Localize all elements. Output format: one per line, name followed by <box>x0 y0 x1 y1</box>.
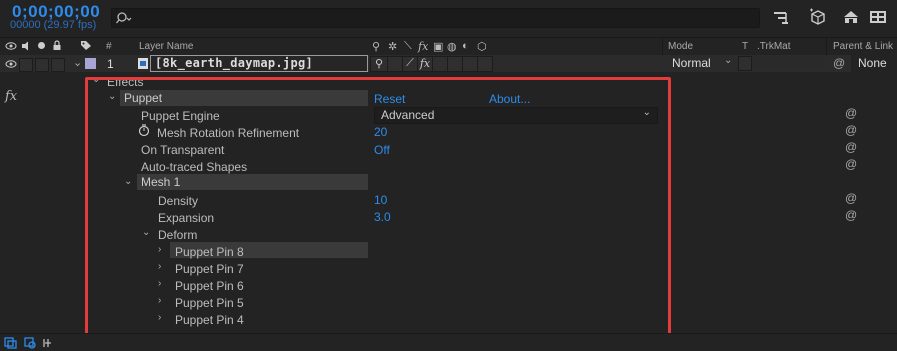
mode-chevron-icon: ⌄ <box>724 55 733 66</box>
expression-pickwhip-icon[interactable]: @ <box>845 191 857 205</box>
mode-value: Normal <box>672 56 711 70</box>
layer-switches-toggle-icon[interactable] <box>4 337 17 349</box>
parent-dropdown[interactable]: None <box>851 55 897 72</box>
solo-switch[interactable] <box>35 58 49 72</box>
column-t: T <box>742 41 749 52</box>
frame-blend-switch-box[interactable] <box>432 56 448 72</box>
audio-switch[interactable] <box>19 58 33 72</box>
expression-pickwhip-icon[interactable]: @ <box>845 208 857 222</box>
label-tag-icon[interactable] <box>80 40 92 51</box>
collapse-switch-icon: ✲ <box>388 41 398 53</box>
pickwhip-icon[interactable]: @ <box>833 56 845 70</box>
column-trkmat[interactable]: .TrkMat <box>757 41 791 52</box>
in-out-toggle-icon[interactable] <box>42 337 55 349</box>
adjustment-switch-box[interactable] <box>462 56 478 72</box>
column-header: # Layer Name ⚲ ✲ ⟍ fx ▣ ◍ ◐ ⬡ Mode T .Tr… <box>0 37 897 56</box>
frame-blend-switch-icon: ▣ <box>433 41 444 53</box>
solo-icon[interactable] <box>38 42 45 49</box>
3d-layer-icon[interactable] <box>808 8 828 26</box>
transfer-controls-toggle-icon[interactable] <box>24 337 37 349</box>
expression-pickwhip-icon[interactable]: @ <box>845 106 857 120</box>
preserve-transparency-box[interactable] <box>738 56 752 71</box>
layer-name-field[interactable]: [8k_earth_daymap.jpg] <box>150 55 368 72</box>
quality-switch-icon: ⟍ <box>404 40 412 52</box>
highlight-annotation-box <box>85 77 671 342</box>
adjustment-switch-icon: ◐ <box>462 40 469 52</box>
expression-pickwhip-icon[interactable]: @ <box>845 123 857 137</box>
effect-switch-box[interactable]: fx <box>417 56 433 72</box>
shy-switch-box[interactable]: ⚲ <box>370 56 388 72</box>
layer-row[interactable]: ⌄ 1 [8k_earth_daymap.jpg] ⚲ ⟋ fx Normal … <box>0 55 897 72</box>
lock-switch[interactable] <box>51 58 65 72</box>
composition-flowchart-icon[interactable] <box>772 10 792 26</box>
effect-switch-icon: fx <box>418 40 429 53</box>
mode-dropdown[interactable]: Normal ⌄ <box>666 55 736 72</box>
image-file-icon <box>138 58 148 69</box>
frame-blending-icon[interactable] <box>868 8 888 26</box>
motion-blur-switch-icon: ◍ <box>447 41 457 53</box>
layer-expand-chevron-icon[interactable]: ⌄ <box>73 56 82 69</box>
search-input[interactable] <box>111 8 760 28</box>
expression-pickwhip-icon[interactable]: @ <box>845 140 857 154</box>
column-layer-name[interactable]: Layer Name <box>139 41 193 52</box>
column-parent[interactable]: Parent & Link <box>833 41 893 52</box>
layer-number: 1 <box>107 57 114 71</box>
collapse-switch-box[interactable] <box>387 56 403 72</box>
shy-switch-icon: ⚲ <box>372 41 381 53</box>
top-toolbar: 0;00;00;00 00000 (29.97 fps) <box>0 0 897 36</box>
label-color-swatch[interactable] <box>85 58 96 69</box>
lock-icon[interactable] <box>52 40 62 51</box>
audio-icon[interactable] <box>21 41 31 51</box>
header-divider <box>662 38 663 55</box>
eye-icon[interactable] <box>5 41 17 51</box>
header-divider-2 <box>826 38 827 55</box>
search-icon <box>116 12 132 24</box>
shy-layers-icon[interactable] <box>841 8 861 26</box>
column-mode[interactable]: Mode <box>668 41 693 52</box>
frame-info: 00000 (29.97 fps) <box>10 19 97 31</box>
parent-value: None <box>858 56 887 70</box>
switches-header: ⚲ ✲ ⟍ fx ▣ ◍ ◐ ⬡ <box>372 40 492 53</box>
column-number: # <box>106 41 112 52</box>
quality-switch-box[interactable]: ⟋ <box>402 56 418 72</box>
trkmat-dropdown[interactable] <box>753 56 823 70</box>
layer-name: [8k_earth_daymap.jpg] <box>155 56 314 70</box>
3d-switch-box[interactable] <box>477 56 493 72</box>
bottom-bar <box>0 333 897 351</box>
layer-visibility-icon[interactable] <box>5 59 17 69</box>
expression-pickwhip-icon[interactable]: @ <box>845 157 857 171</box>
motion-blur-switch-box[interactable] <box>447 56 463 72</box>
3d-switch-icon: ⬡ <box>477 41 487 53</box>
